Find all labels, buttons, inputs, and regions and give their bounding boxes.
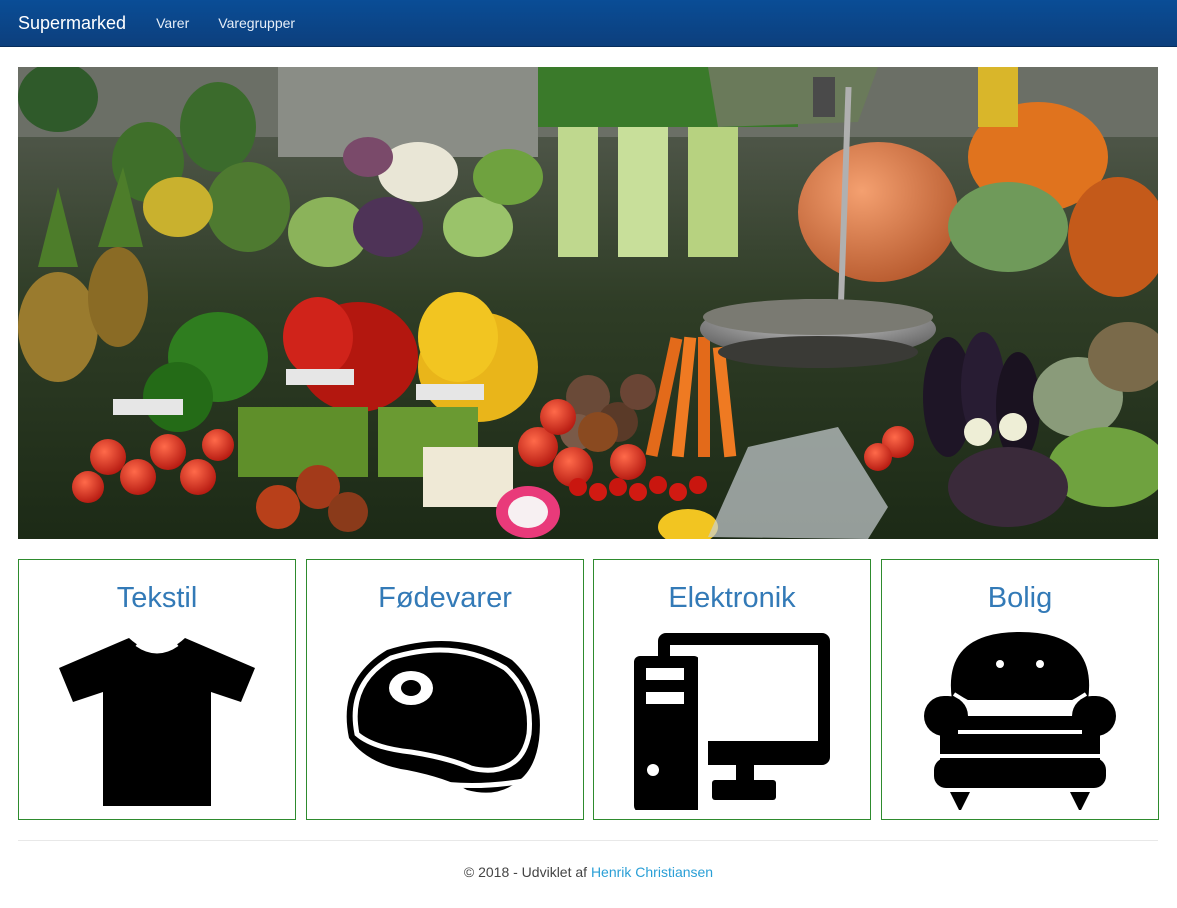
category-card-elektronik[interactable]: Elektronik	[593, 559, 871, 820]
hero-image	[18, 67, 1158, 539]
desktop-computer-icon	[634, 633, 830, 810]
footer-divider	[18, 840, 1158, 841]
category-title: Elektronik	[668, 582, 796, 614]
nav-link-varer[interactable]: Varer	[156, 15, 189, 31]
category-title: Fødevarer	[378, 582, 512, 614]
nav-link-varegrupper[interactable]: Varegrupper	[218, 15, 295, 31]
steak-icon	[346, 641, 540, 793]
author-link[interactable]: Henrik Christiansen	[591, 864, 713, 880]
footer: © 2018 - Udviklet af Henrik Christiansen	[0, 864, 1177, 880]
category-card-tekstil[interactable]: Tekstil	[18, 559, 296, 820]
tshirt-icon	[59, 638, 255, 806]
category-title: Tekstil	[116, 582, 198, 614]
category-title: Bolig	[987, 582, 1053, 614]
category-card-bolig[interactable]: Bolig	[881, 559, 1159, 820]
armchair-icon	[924, 632, 1116, 810]
category-card-fodevarer[interactable]: Fødevarer	[306, 559, 584, 820]
brand-link[interactable]: Supermarked	[18, 13, 126, 34]
vegetable-market-photo	[18, 67, 1158, 539]
footer-copyright: © 2018 - Udviklet af	[463, 864, 588, 880]
navbar: Supermarked Varer Varegrupper	[0, 0, 1177, 47]
